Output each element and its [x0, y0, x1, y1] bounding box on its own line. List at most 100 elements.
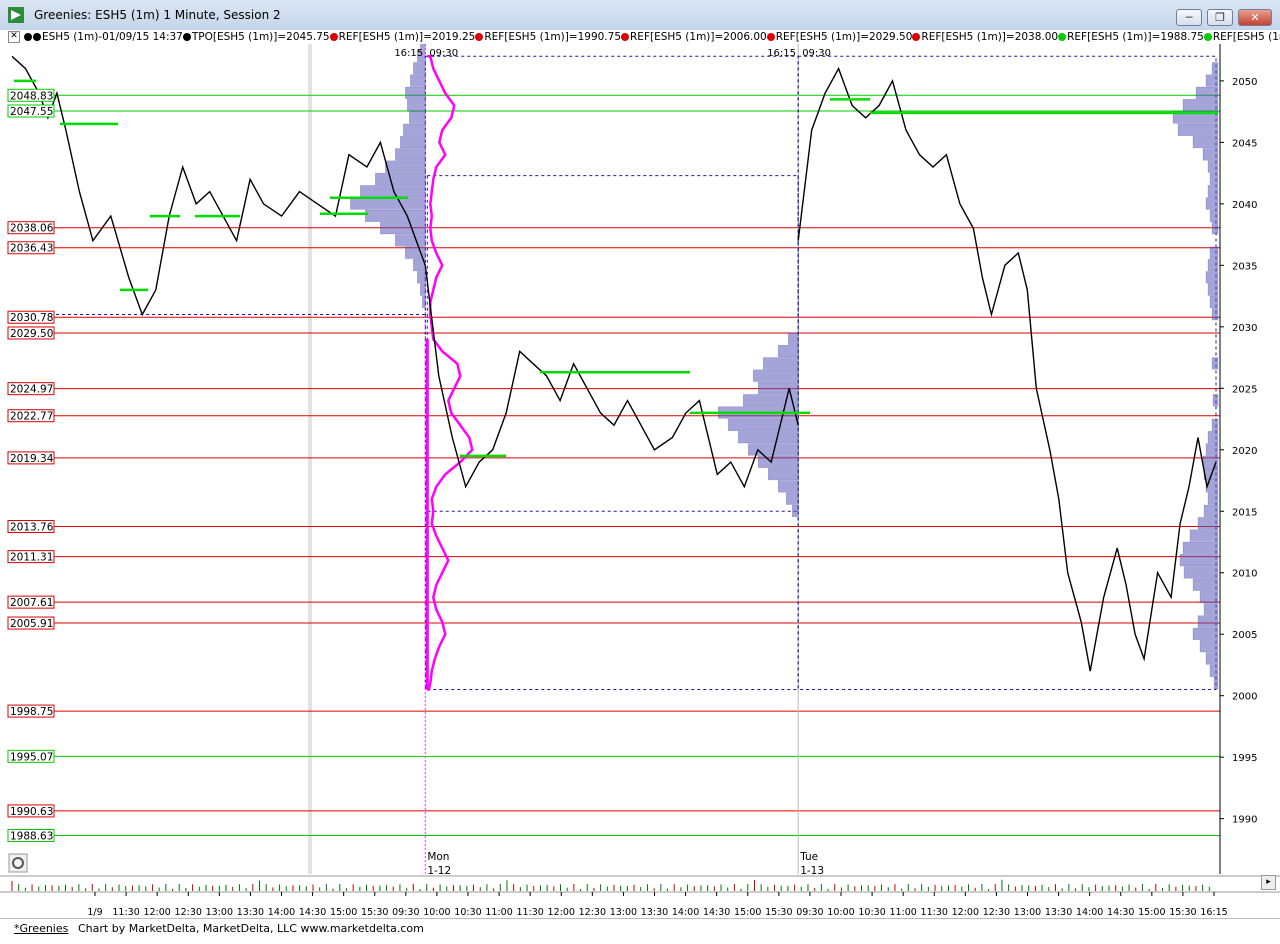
session-close-time: 16:15 [767, 48, 796, 59]
volume-profile-bar [1209, 209, 1219, 222]
legend-dot-icon [329, 33, 338, 41]
time-highlight-band [308, 44, 312, 874]
x-axis-tick-label: 10:30 [454, 907, 481, 918]
y-axis-tick-label: 2040 [1232, 200, 1257, 211]
y-axis-tick-label: 2005 [1232, 630, 1257, 641]
x-axis-tick-label: 12:00 [143, 907, 170, 918]
x-axis-tick-label: 14:00 [1076, 907, 1103, 918]
legend-entry[interactable]: REF[ESH5 (1m)]=2006.00 [621, 31, 767, 43]
x-axis-tick-label: 11:30 [921, 907, 948, 918]
chart-settings-icon[interactable] [8, 853, 28, 873]
x-axis-tick-label: 13:00 [1014, 907, 1041, 918]
title-bar: Greenies: ESH5 (1m) 1 Minute, Session 2 … [0, 0, 1280, 31]
legend-entry-label: REF[ESH5 (1m)]=2029.50 [775, 31, 913, 43]
volume-profile-bar [1195, 86, 1219, 99]
session-open-time: 09:30 [802, 48, 831, 59]
x-axis-tick-label: 11:30 [112, 907, 139, 918]
legend-entry[interactable]: REF[ESH5 (1m)]=1995 [1203, 31, 1280, 43]
x-axis-tick-label: 11:00 [889, 907, 916, 918]
legend-entry[interactable]: REF[ESH5 (1m)]=1990.75 [475, 31, 621, 43]
legend-entry-label: REF[ESH5 (1m)]=2038.00 [921, 31, 1059, 43]
session-close-time: 16:15 [394, 48, 423, 59]
x-axis-tick-label: 1/9 [87, 907, 102, 918]
chart-tab-greenies[interactable]: *Greenies [14, 922, 68, 935]
volume-profile-bar [1192, 627, 1219, 641]
y-axis-tick-label: 2010 [1232, 569, 1257, 580]
volume-profile-bar [395, 148, 426, 161]
legend-entry[interactable]: REF[ESH5 (1m)]=2019.25 [329, 31, 476, 43]
volume-profile-bar [757, 455, 799, 468]
legend-entry[interactable]: REF[ESH5 (1m)]=1988.75 [1058, 31, 1204, 43]
volume-profile-bar [1203, 504, 1219, 518]
legend-close-icon[interactable]: ✕ [8, 31, 20, 43]
session-date-label: 1-12 [427, 865, 451, 877]
legend-entry[interactable]: REF[ESH5 (1m)]=2029.50 [766, 31, 913, 43]
volume-profile-bar [762, 357, 799, 370]
legend-dot-icon [621, 33, 630, 41]
x-axis-tick-label: 12:00 [952, 907, 979, 918]
session-day-label: Tue [799, 851, 818, 863]
legend-dot-icon [1058, 33, 1067, 41]
volume-profile-bar [767, 467, 799, 481]
legend-dot-icon [766, 33, 775, 41]
ref-level-label: 2005.91 [10, 618, 53, 630]
legend-entry-label: REF[ESH5 (1m)]=2006.00 [630, 31, 767, 43]
volume-profile-bar [385, 160, 426, 173]
price-chart[interactable]: 2050 2045 2040 2035 2030 2025 2020 2015 2010 2005… [0, 44, 1280, 918]
x-axis-tick-label: 16:15 [1200, 907, 1227, 918]
y-axis-tick-label: 2035 [1232, 261, 1257, 272]
x-axis-tick-label: 14:30 [703, 907, 730, 918]
session-open-time: 09:30 [429, 48, 458, 59]
ref-level-label: 1990.63 [10, 806, 53, 818]
volume-profile-bar [1203, 603, 1219, 616]
ref-level-label: 2029.50 [10, 328, 53, 340]
close-button[interactable]: ✕ [1238, 9, 1272, 26]
x-axis-tick-label: 14:00 [268, 907, 295, 918]
ref-level-label: 2022.77 [10, 411, 53, 423]
y-axis-tick-label: 2020 [1232, 446, 1257, 457]
volume-profile-bar [375, 172, 426, 186]
volume-profile-bar [417, 271, 426, 284]
volume-profile-bar [1207, 160, 1219, 173]
ref-level-label: 1988.63 [10, 831, 53, 843]
ref-level-label: 2047.55 [10, 106, 53, 118]
legend-dot-icon [1203, 33, 1212, 41]
volume-profile-bar [1199, 640, 1219, 653]
volume-profile-bar [1209, 664, 1219, 677]
x-axis-tick-label: 15:00 [1138, 907, 1165, 918]
volume-profile-bar [1179, 554, 1219, 567]
volume-profile-bar [395, 234, 426, 247]
x-axis-tick-label: 15:30 [765, 907, 792, 918]
legend-entry-label: REF[ESH5 (1m)]=2019.25 [338, 31, 476, 43]
minimize-button[interactable]: ─ [1176, 9, 1202, 26]
volume-profile-bar [1192, 578, 1219, 591]
legend-entry[interactable]: TPO[ESH5 (1m)]=2045.75 [182, 31, 330, 43]
x-axis-tick-label: 15:30 [361, 907, 388, 918]
legend-entry[interactable]: ESH5 (1m)-01/09/15 14:37 [24, 31, 183, 43]
ref-level-label: 2013.76 [10, 522, 54, 534]
x-axis-tick-label: 15:00 [734, 907, 761, 918]
maximize-button[interactable]: ❐ [1207, 9, 1233, 26]
y-axis-tick-label: 2045 [1232, 138, 1257, 149]
legend-dot-icon [33, 33, 41, 41]
volume-profile-bar [1189, 529, 1219, 542]
volume-profile-bar [1202, 148, 1219, 161]
volume-profile-bar [1209, 295, 1219, 309]
x-axis-tick-label: 12:00 [548, 907, 575, 918]
ref-level-label: 2030.78 [10, 312, 53, 324]
x-axis-tick-label: 13:00 [610, 907, 637, 918]
volume-profile-bar [413, 62, 426, 75]
volume-profile-bar [1205, 652, 1219, 665]
volume-profile-bar [742, 394, 799, 407]
legend-entry[interactable]: REF[ESH5 (1m)]=2038.00 [912, 31, 1058, 43]
scroll-right-icon[interactable]: ▸ [1261, 875, 1276, 890]
x-axis-tick-label: 13:00 [206, 907, 233, 918]
x-axis-tick-label: 14:00 [672, 907, 699, 918]
volume-profile-bar [1213, 677, 1219, 690]
x-axis-tick-label: 13:30 [1045, 907, 1072, 918]
legend-entry-label: REF[ESH5 (1m)]=1995 [1212, 31, 1280, 43]
legend-dot-icon [475, 33, 484, 41]
volume-profile-bar [420, 283, 426, 296]
volume-profile-bar [1207, 492, 1219, 505]
volume-profile-bar [727, 418, 799, 431]
